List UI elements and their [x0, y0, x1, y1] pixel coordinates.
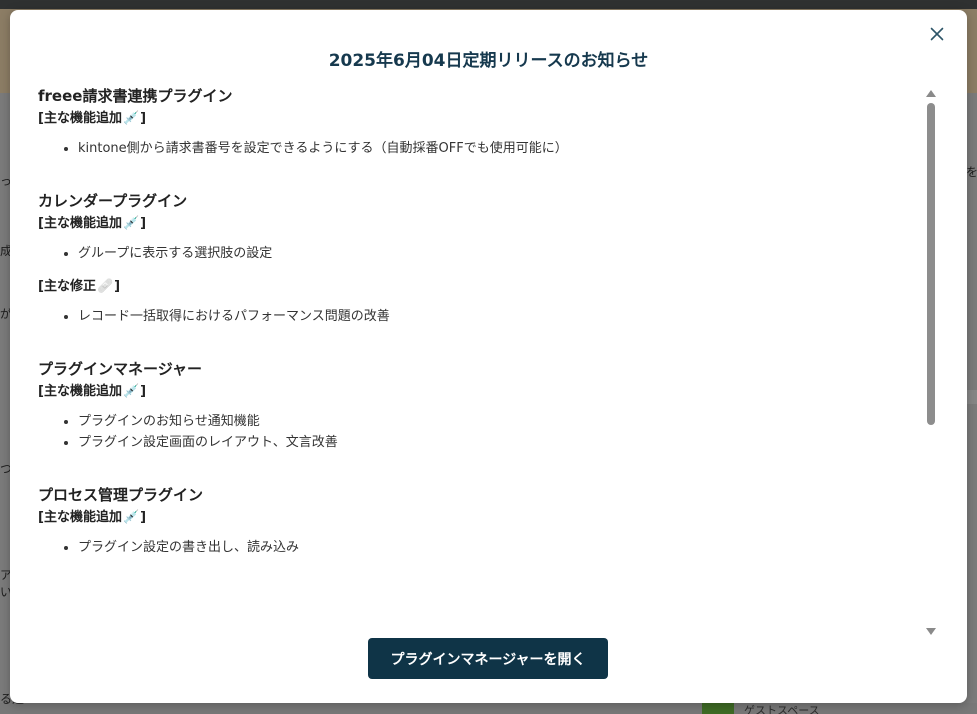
category-label-close: ]	[140, 384, 147, 399]
category-label-text: [主な機能追加	[38, 510, 122, 525]
change-list-item: プラグイン設定画面のレイアウト、文言改善	[78, 432, 918, 453]
category-emoji-icon: 🩹	[96, 279, 114, 294]
category-label-close: ]	[114, 279, 121, 294]
scroll-down-arrow-icon[interactable]	[926, 628, 936, 635]
background-right-band	[967, 390, 977, 404]
background-topbar	[0, 0, 977, 9]
category-emoji-icon: 💉	[122, 216, 140, 231]
background-thumbnail	[702, 703, 734, 714]
change-list: プラグインのお知らせ通知機能プラグイン設定画面のレイアウト、文言改善	[78, 411, 918, 453]
category-emoji-icon: 💉	[122, 384, 140, 399]
category-label-text: [主な機能追加	[38, 384, 122, 399]
change-category-label: [主な機能追加 💉]	[38, 213, 918, 235]
category-emoji-icon: 💉	[122, 510, 140, 525]
close-button[interactable]	[925, 22, 949, 46]
open-plugin-manager-button[interactable]: プラグインマネージャーを開く	[368, 638, 608, 679]
background-bottom-bar	[0, 703, 977, 714]
change-list-item: グループに表示する選択肢の設定	[78, 243, 918, 264]
scrollbar[interactable]	[924, 90, 938, 635]
release-notes-content[interactable]: freee請求書連携プラグイン[主な機能追加💉]kintone側から請求書番号を…	[38, 84, 918, 624]
category-emoji-icon: 💉	[122, 111, 140, 126]
category-label-text: [主な機能追加	[38, 111, 122, 126]
release-section: カレンダープラグイン [主な機能追加💉] グループに表示する選択肢の設定 [主な修正🩹…	[38, 189, 918, 327]
section-title: freee請求書連携プラグイン	[38, 87, 233, 105]
change-list-item: プラグイン設定の書き出し、読み込み	[78, 537, 918, 558]
category-label-close: ]	[140, 111, 147, 126]
change-list: レコード一括取得におけるパフォーマンス問題の改善	[78, 306, 918, 327]
background-text-fragment: を	[966, 165, 977, 179]
release-section: プロセス管理プラグイン [主な機能追加💉] プラグイン設定の書き出し、読み込み	[38, 483, 918, 558]
change-category-label: [主な機能追加 💉]	[38, 108, 918, 130]
scroll-up-arrow-icon[interactable]	[926, 90, 936, 97]
dialog-title: 2025年6月04日定期リリースのお知らせ	[328, 51, 649, 71]
change-list-item: レコード一括取得におけるパフォーマンス問題の改善	[78, 306, 918, 327]
category-label-text: [主な修正	[38, 279, 96, 294]
release-notes-dialog: 2025年6月04日定期リリースのお知らせ freee請求書連携プラグイン [主な…	[10, 10, 967, 703]
change-list-item: kintone側から請求書番号を設定できるようにする（自動採番OFFでも使用可能…	[78, 138, 918, 159]
category-label-close: ]	[140, 510, 147, 525]
change-category-label: [主な機能追加 💉]	[38, 381, 918, 403]
close-icon	[930, 27, 944, 41]
change-list: プラグイン設定の書き出し、読み込み	[78, 537, 918, 558]
release-section: プラグインマネージャー [主な機能追加💉] プラグインのお知らせ通知機能プラグイン設…	[38, 357, 918, 453]
scrollbar-thumb[interactable]	[927, 103, 935, 425]
change-category-label: [主な修正 🩹]	[38, 276, 918, 298]
background-space-label: ゲストスペース	[744, 704, 820, 714]
change-list: kintone側から請求書番号を設定できるようにする（自動採番OFFでも使用可能…	[78, 138, 918, 159]
change-category-label: [主な機能追加 💉]	[38, 507, 918, 529]
section-title: カレンダープラグイン	[38, 192, 188, 210]
release-section: freee請求書連携プラグイン [主な機能追加💉] kintone側から請求書番号を…	[38, 84, 918, 159]
section-title: プロセス管理プラグイン	[38, 486, 204, 504]
change-list-item: プラグインのお知らせ通知機能	[78, 411, 918, 432]
section-title: プラグインマネージャー	[38, 360, 202, 378]
category-label-close: ]	[140, 216, 147, 231]
change-list: グループに表示する選択肢の設定	[78, 243, 918, 264]
category-label-text: [主な機能追加	[38, 216, 122, 231]
